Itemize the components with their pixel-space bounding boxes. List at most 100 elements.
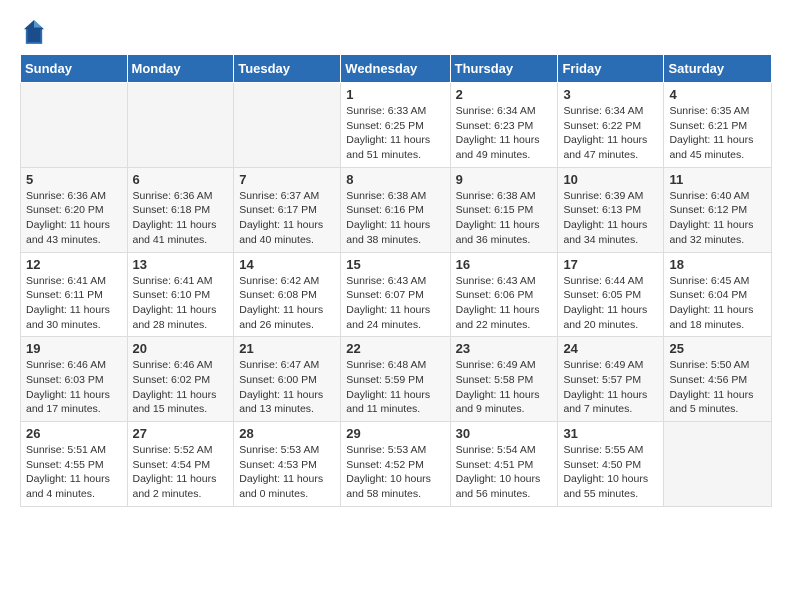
calendar-cell: 5 Sunrise: 6:36 AM Sunset: 6:20 PM Daylig… (21, 167, 128, 252)
weekday-header-friday: Friday (558, 55, 664, 83)
day-content: Sunrise: 6:49 AM Sunset: 5:57 PM Dayligh… (563, 358, 658, 417)
day-content: Sunrise: 6:43 AM Sunset: 6:06 PM Dayligh… (456, 274, 553, 333)
day-content: Sunrise: 6:47 AM Sunset: 6:00 PM Dayligh… (239, 358, 335, 417)
logo-icon (24, 18, 44, 46)
calendar-cell: 26 Sunrise: 5:51 AM Sunset: 4:55 PM Dayli… (21, 422, 128, 507)
day-number: 27 (133, 426, 229, 441)
weekday-header-sunday: Sunday (21, 55, 128, 83)
day-number: 18 (669, 257, 766, 272)
day-content: Sunrise: 6:42 AM Sunset: 6:08 PM Dayligh… (239, 274, 335, 333)
calendar-cell: 21 Sunrise: 6:47 AM Sunset: 6:00 PM Dayli… (234, 337, 341, 422)
calendar-cell: 23 Sunrise: 6:49 AM Sunset: 5:58 PM Dayli… (450, 337, 558, 422)
calendar-cell: 20Sunrise: 6:46 AM Sunset: 6:02 PM Dayli… (127, 337, 234, 422)
weekday-header-tuesday: Tuesday (234, 55, 341, 83)
day-number: 8 (346, 172, 444, 187)
day-content: Sunrise: 6:36 AM Sunset: 6:20 PM Dayligh… (26, 189, 122, 248)
day-number: 17 (563, 257, 658, 272)
day-number: 10 (563, 172, 658, 187)
day-content: Sunrise: 6:41 AM Sunset: 6:11 PM Dayligh… (26, 274, 122, 333)
day-content: Sunrise: 5:51 AM Sunset: 4:55 PM Dayligh… (26, 443, 122, 502)
day-content: Sunrise: 5:54 AM Sunset: 4:51 PM Dayligh… (456, 443, 553, 502)
calendar-cell: 22 Sunrise: 6:48 AM Sunset: 5:59 PM Dayli… (341, 337, 450, 422)
day-content: Sunrise: 6:46 AM Sunset: 6:03 PM Dayligh… (26, 358, 122, 417)
weekday-header-thursday: Thursday (450, 55, 558, 83)
day-number: 21 (239, 341, 335, 356)
day-number: 5 (26, 172, 122, 187)
calendar-cell: 13 Sunrise: 6:41 AM Sunset: 6:10 PM Dayli… (127, 252, 234, 337)
calendar-cell: 19 Sunrise: 6:46 AM Sunset: 6:03 PM Dayli… (21, 337, 128, 422)
calendar-cell: 6 Sunrise: 6:36 AM Sunset: 6:18 PM Daylig… (127, 167, 234, 252)
day-number: 13 (133, 257, 229, 272)
calendar-cell: 25 Sunrise: 5:50 AM Sunset: 4:56 PM Dayli… (664, 337, 772, 422)
day-number: 23 (456, 341, 553, 356)
calendar-cell: 24 Sunrise: 6:49 AM Sunset: 5:57 PM Dayli… (558, 337, 664, 422)
day-content: Sunrise: 6:37 AM Sunset: 6:17 PM Dayligh… (239, 189, 335, 248)
day-number: 26 (26, 426, 122, 441)
calendar-cell: 14 Sunrise: 6:42 AM Sunset: 6:08 PM Dayli… (234, 252, 341, 337)
calendar-cell: 27Sunrise: 5:52 AM Sunset: 4:54 PM Dayli… (127, 422, 234, 507)
day-content: Sunrise: 6:34 AM Sunset: 6:22 PM Dayligh… (563, 104, 658, 163)
calendar-cell: 8 Sunrise: 6:38 AM Sunset: 6:16 PM Daylig… (341, 167, 450, 252)
day-content: Sunrise: 6:34 AM Sunset: 6:23 PM Dayligh… (456, 104, 553, 163)
day-number: 3 (563, 87, 658, 102)
day-content: Sunrise: 6:33 AM Sunset: 6:25 PM Dayligh… (346, 104, 444, 163)
weekday-header-wednesday: Wednesday (341, 55, 450, 83)
day-content: Sunrise: 5:55 AM Sunset: 4:50 PM Dayligh… (563, 443, 658, 502)
day-content: Sunrise: 5:53 AM Sunset: 4:52 PM Dayligh… (346, 443, 444, 502)
day-number: 14 (239, 257, 335, 272)
day-number: 22 (346, 341, 444, 356)
day-content: Sunrise: 6:46 AM Sunset: 6:02 PM Dayligh… (133, 358, 229, 417)
calendar-cell: 11Sunrise: 6:40 AM Sunset: 6:12 PM Dayli… (664, 167, 772, 252)
day-number: 31 (563, 426, 658, 441)
calendar-cell: 31 Sunrise: 5:55 AM Sunset: 4:50 PM Dayli… (558, 422, 664, 507)
logo (24, 18, 46, 46)
calendar-cell: 30 Sunrise: 5:54 AM Sunset: 4:51 PM Dayli… (450, 422, 558, 507)
page-header (0, 0, 792, 54)
day-content: Sunrise: 6:44 AM Sunset: 6:05 PM Dayligh… (563, 274, 658, 333)
calendar-cell: 15 Sunrise: 6:43 AM Sunset: 6:07 PM Dayli… (341, 252, 450, 337)
day-number: 28 (239, 426, 335, 441)
day-content: Sunrise: 6:35 AM Sunset: 6:21 PM Dayligh… (669, 104, 766, 163)
day-number: 9 (456, 172, 553, 187)
calendar-cell: 4 Sunrise: 6:35 AM Sunset: 6:21 PM Daylig… (664, 83, 772, 168)
day-number: 19 (26, 341, 122, 356)
day-content: Sunrise: 6:48 AM Sunset: 5:59 PM Dayligh… (346, 358, 444, 417)
weekday-header-monday: Monday (127, 55, 234, 83)
day-number: 30 (456, 426, 553, 441)
day-number: 2 (456, 87, 553, 102)
calendar-cell (21, 83, 128, 168)
day-number: 15 (346, 257, 444, 272)
calendar-cell: 12Sunrise: 6:41 AM Sunset: 6:11 PM Dayli… (21, 252, 128, 337)
calendar-cell: 18 Sunrise: 6:45 AM Sunset: 6:04 PM Dayli… (664, 252, 772, 337)
calendar-week-5: 26 Sunrise: 5:51 AM Sunset: 4:55 PM Dayli… (21, 422, 772, 507)
calendar-cell: 3 Sunrise: 6:34 AM Sunset: 6:22 PM Daylig… (558, 83, 664, 168)
calendar-cell: 10 Sunrise: 6:39 AM Sunset: 6:13 PM Dayli… (558, 167, 664, 252)
calendar-cell: 9Sunrise: 6:38 AM Sunset: 6:15 PM Daylig… (450, 167, 558, 252)
calendar-cell (127, 83, 234, 168)
day-content: Sunrise: 5:50 AM Sunset: 4:56 PM Dayligh… (669, 358, 766, 417)
calendar-wrapper: SundayMondayTuesdayWednesdayThursdayFrid… (0, 54, 792, 517)
day-number: 24 (563, 341, 658, 356)
calendar-cell: 17 Sunrise: 6:44 AM Sunset: 6:05 PM Dayli… (558, 252, 664, 337)
day-number: 4 (669, 87, 766, 102)
day-content: Sunrise: 6:43 AM Sunset: 6:07 PM Dayligh… (346, 274, 444, 333)
day-content: Sunrise: 6:38 AM Sunset: 6:16 PM Dayligh… (346, 189, 444, 248)
day-number: 1 (346, 87, 444, 102)
day-content: Sunrise: 6:36 AM Sunset: 6:18 PM Dayligh… (133, 189, 229, 248)
calendar-cell: 1 Sunrise: 6:33 AM Sunset: 6:25 PM Daylig… (341, 83, 450, 168)
calendar-cell: 16 Sunrise: 6:43 AM Sunset: 6:06 PM Dayli… (450, 252, 558, 337)
day-number: 11 (669, 172, 766, 187)
calendar-cell (234, 83, 341, 168)
day-content: Sunrise: 6:49 AM Sunset: 5:58 PM Dayligh… (456, 358, 553, 417)
calendar-cell: 7 Sunrise: 6:37 AM Sunset: 6:17 PM Daylig… (234, 167, 341, 252)
day-content: Sunrise: 6:39 AM Sunset: 6:13 PM Dayligh… (563, 189, 658, 248)
day-number: 6 (133, 172, 229, 187)
calendar-cell (664, 422, 772, 507)
day-content: Sunrise: 6:41 AM Sunset: 6:10 PM Dayligh… (133, 274, 229, 333)
day-number: 16 (456, 257, 553, 272)
day-number: 25 (669, 341, 766, 356)
calendar-week-3: 12Sunrise: 6:41 AM Sunset: 6:11 PM Dayli… (21, 252, 772, 337)
calendar-cell: 28Sunrise: 5:53 AM Sunset: 4:53 PM Dayli… (234, 422, 341, 507)
day-content: Sunrise: 6:45 AM Sunset: 6:04 PM Dayligh… (669, 274, 766, 333)
day-number: 7 (239, 172, 335, 187)
